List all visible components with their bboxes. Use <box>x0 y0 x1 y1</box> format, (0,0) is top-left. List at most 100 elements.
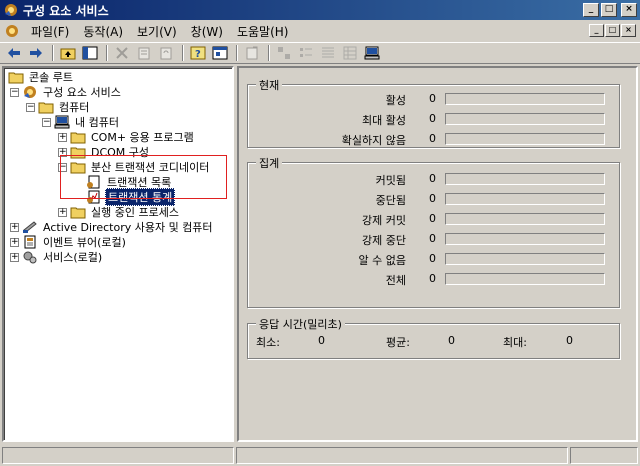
forward-button[interactable] <box>26 44 46 62</box>
toolbar-separator <box>182 45 184 61</box>
delete-icon <box>116 47 128 59</box>
tree-item-console-root[interactable]: 콘솔 루트 <box>8 69 75 85</box>
toolbar: ? <box>0 42 640 64</box>
tree-pane[interactable]: 콘솔 루트 − 구성 요소 서비스 − 컴퓨터 − 내 컴퓨터 + COM+ 응… <box>2 66 234 442</box>
stat-value: 0 <box>429 232 436 245</box>
stat-row-unknown: 알 수 없음 0 <box>248 251 621 267</box>
response-max-value: 0 <box>566 334 573 347</box>
expand-toggle[interactable]: + <box>58 132 67 142</box>
close-button[interactable]: × <box>621 3 637 17</box>
title-bar[interactable]: 구성 요소 서비스 _ □ × <box>0 0 640 20</box>
folder-icon <box>8 72 24 84</box>
mmc-button[interactable] <box>210 44 230 62</box>
menu-help[interactable]: 도움말(H) <box>230 23 296 40</box>
stat-bar <box>445 233 605 245</box>
toolbar-separator <box>52 45 54 61</box>
expand-toggle[interactable]: + <box>10 222 19 232</box>
computer-button[interactable] <box>362 44 382 62</box>
tree-item-running-processes[interactable]: + 실행 중인 프로세스 <box>58 204 181 220</box>
maximize-button[interactable]: □ <box>601 3 617 17</box>
stat-value: 0 <box>429 112 436 125</box>
delete-button[interactable] <box>112 44 132 62</box>
minimize-button[interactable]: _ <box>583 3 599 17</box>
response-min-value: 0 <box>318 334 325 347</box>
tree-item-event-viewer[interactable]: + 이벤트 뷰어(로컬) <box>10 234 128 250</box>
event-viewer-icon <box>24 235 36 249</box>
tree-item-label: Active Directory 사용자 및 컴퓨터 <box>43 221 213 234</box>
up-one-level-button[interactable] <box>58 44 78 62</box>
child-minimize-button[interactable]: _ <box>589 24 604 37</box>
stat-bar <box>445 113 605 125</box>
stat-label: 확실하지 않음 <box>341 134 406 147</box>
menu-file[interactable]: 파일(F) <box>24 23 76 40</box>
view-list-button[interactable] <box>318 44 338 62</box>
group-response-time: 응답 시간(밀리초) 최소: 0 평균: 0 최대: 0 <box>247 316 620 359</box>
stat-bar <box>445 273 605 285</box>
tree-item-com-plus-applications[interactable]: + COM+ 응용 프로그램 <box>58 129 196 145</box>
menu-view[interactable]: 보기(V) <box>130 23 184 40</box>
view-small-icons-button[interactable] <box>296 44 316 62</box>
tree-item-active-directory[interactable]: + Active Directory 사용자 및 컴퓨터 <box>10 219 215 235</box>
view-large-icon <box>278 47 290 59</box>
view-detail-button[interactable] <box>340 44 360 62</box>
stat-row-active: 활성 0 <box>248 91 621 107</box>
help-icon: ? <box>190 46 206 60</box>
tree-item-computers[interactable]: − 컴퓨터 <box>26 99 91 115</box>
forward-arrow-icon <box>30 48 42 58</box>
expand-toggle[interactable]: + <box>10 237 19 247</box>
computer-icon <box>54 115 70 129</box>
tree-item-my-computer[interactable]: − 내 컴퓨터 <box>42 114 121 130</box>
show-hide-tree-icon <box>82 46 98 60</box>
tree-item-component-services[interactable]: − 구성 요소 서비스 <box>10 84 123 100</box>
response-avg-value: 0 <box>448 334 455 347</box>
tree-item-label: 컴퓨터 <box>59 101 90 114</box>
stat-row-aborted: 중단됨 0 <box>248 191 621 207</box>
view-small-icon <box>300 48 312 57</box>
menu-window[interactable]: 창(W) <box>184 23 230 40</box>
stat-value: 0 <box>429 172 436 185</box>
stat-value: 0 <box>429 92 436 105</box>
back-button[interactable] <box>4 44 24 62</box>
stat-bar <box>445 253 605 265</box>
expand-toggle[interactable]: + <box>10 252 19 262</box>
mmc-icon <box>212 46 228 60</box>
new-window-button[interactable] <box>242 44 262 62</box>
toolbar-separator <box>236 45 238 61</box>
stat-bar <box>445 93 605 105</box>
child-restore-button[interactable]: □ <box>605 24 620 37</box>
child-close-button[interactable]: × <box>621 24 636 37</box>
stat-value: 0 <box>429 212 436 225</box>
group-title-response-time: 응답 시간(밀리초) <box>256 316 345 332</box>
stat-row-forced-abort: 강제 중단 0 <box>248 231 621 247</box>
console-icon[interactable] <box>4 23 20 39</box>
group-aggregate: 집계 커밋됨 0 중단됨 0 강제 커밋 0 강제 중단 0 알 수 없음 0 … <box>247 155 621 308</box>
menu-action[interactable]: 동작(A) <box>76 23 130 40</box>
expand-toggle[interactable]: + <box>58 207 67 217</box>
show-hide-tree-button[interactable] <box>80 44 100 62</box>
stat-bar <box>445 213 605 225</box>
status-panel <box>2 447 234 464</box>
view-large-icons-button[interactable] <box>274 44 294 62</box>
toolbar-separator <box>106 45 108 61</box>
tree-item-label: 내 컴퓨터 <box>75 116 119 129</box>
stat-bar <box>445 173 605 185</box>
refresh-button[interactable] <box>156 44 176 62</box>
stat-row-forced-commit: 강제 커밋 0 <box>248 211 621 227</box>
status-panel <box>570 447 638 464</box>
collapse-toggle[interactable]: − <box>26 102 35 112</box>
new-window-icon <box>246 46 258 60</box>
folder-icon <box>70 207 86 219</box>
collapse-toggle[interactable]: − <box>42 117 51 127</box>
tree-item-label: 이벤트 뷰어(로컬) <box>43 236 126 249</box>
tree-item-label: 구성 요소 서비스 <box>43 86 121 99</box>
component-services-icon <box>5 4 17 16</box>
tree-item-services-local[interactable]: + 서비스(로컬) <box>10 249 104 265</box>
collapse-toggle[interactable]: − <box>10 87 19 97</box>
refresh-icon <box>160 47 172 60</box>
help-button[interactable]: ? <box>188 44 208 62</box>
menu-bar: 파일(F) 동작(A) 보기(V) 창(W) 도움말(H) _ □ × <box>0 21 640 41</box>
stat-value: 0 <box>429 272 436 285</box>
stat-label: 알 수 없음 <box>358 254 406 267</box>
up-folder-icon <box>60 48 76 60</box>
properties-button[interactable] <box>134 44 154 62</box>
